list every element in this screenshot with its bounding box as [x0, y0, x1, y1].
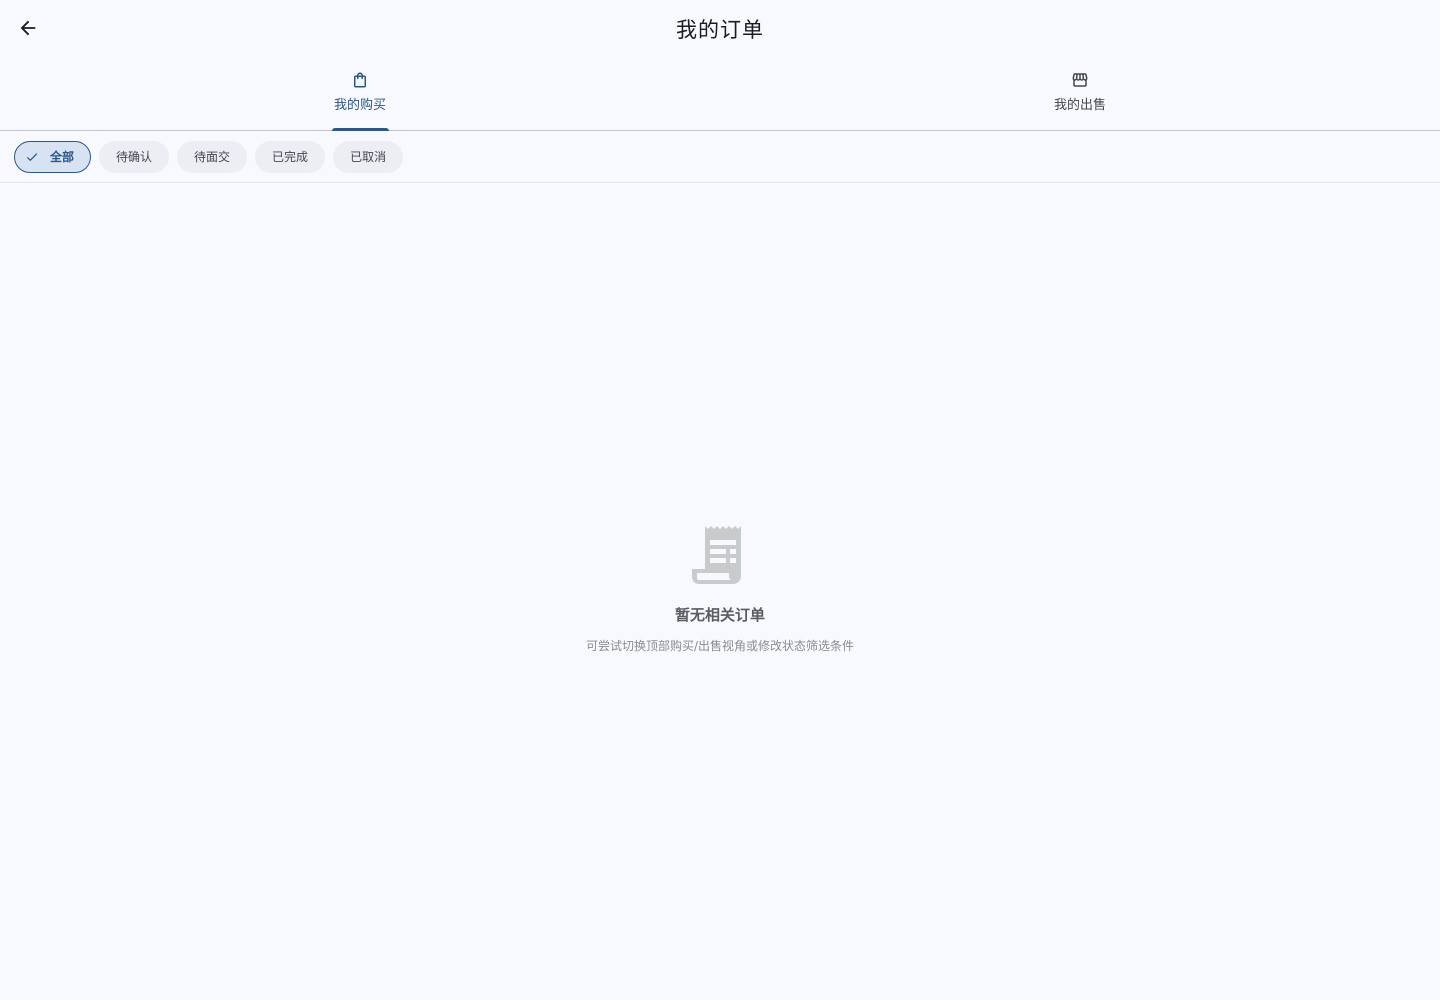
filter-chip-completed[interactable]: 已完成: [255, 140, 326, 173]
filter-chip-label: 待确认: [116, 150, 153, 164]
check-icon: [25, 150, 39, 164]
filter-chip-label: 已取消: [350, 150, 387, 164]
receipt-icon: [691, 524, 749, 586]
filter-chip-all[interactable]: 全部: [14, 140, 92, 173]
app-bar: 我的订单: [0, 0, 1440, 60]
tab-my-sales-label: 我的出售: [1053, 98, 1106, 113]
tab-my-sales[interactable]: 我的出售: [720, 60, 1440, 130]
tab-my-purchases-label: 我的购买: [333, 98, 386, 113]
tab-bar: 我的购买 我的出售: [0, 60, 1440, 131]
shopping-bag-icon: [351, 71, 369, 89]
filter-chip-label: 已完成: [272, 150, 309, 164]
empty-state: 暂无相关订单 可尝试切换顶部购买/出售视角或修改状态筛选条件: [0, 524, 1440, 654]
tab-my-purchases[interactable]: 我的购买: [0, 60, 720, 131]
filter-chip-label: 全部: [50, 150, 75, 164]
empty-state-title: 暂无相关订单: [674, 606, 765, 624]
filter-chip-label: 待面交: [194, 150, 231, 164]
empty-state-subtitle: 可尝试切换顶部购买/出售视角或修改状态筛选条件: [585, 639, 855, 653]
storefront-icon: [1071, 71, 1089, 89]
status-filter-bar: 全部 待确认 待面交 已完成 已取消: [0, 131, 1440, 183]
filter-chip-cancelled[interactable]: 已取消: [333, 140, 404, 173]
page-title: 我的订单: [676, 18, 764, 42]
filter-chip-pending-meetup[interactable]: 待面交: [177, 140, 248, 173]
filter-chip-pending-confirm[interactable]: 待确认: [99, 140, 170, 173]
